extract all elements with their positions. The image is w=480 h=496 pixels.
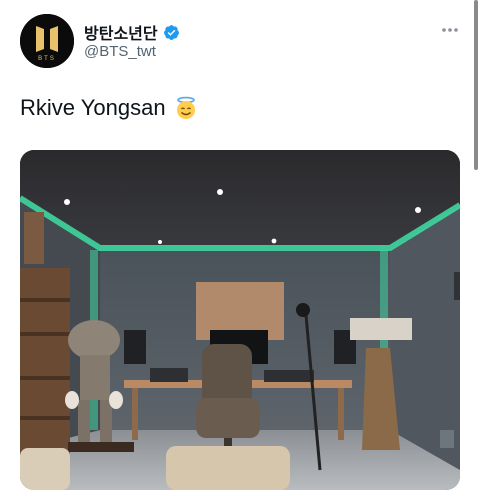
display-name-text: 방탄소년단 [84,26,158,43]
tweet-text: Rkive Yongsan [20,95,198,121]
scrollbar[interactable] [474,0,478,170]
bts-logo: BTS [20,14,74,68]
display-name[interactable]: 방탄소년단 [84,20,180,44]
avatar[interactable]: BTS [20,14,74,68]
studio-photo [20,150,460,490]
tweet-photo[interactable] [20,150,460,490]
verified-badge-icon [163,24,179,40]
tweet-text-content: Rkive Yongsan [20,95,166,120]
smiling-face-with-halo-emoji [176,96,195,119]
avatar-logo-text: BTS [38,56,56,62]
user-handle[interactable]: @BTS_twt [84,43,156,60]
more-options-icon[interactable] [440,22,460,38]
